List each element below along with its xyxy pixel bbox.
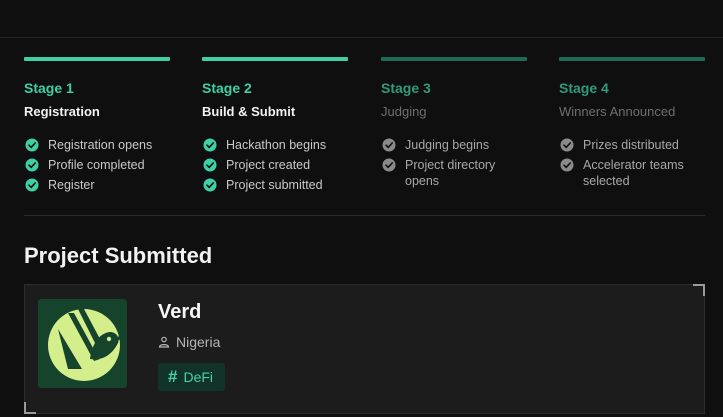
check-circle-icon <box>25 158 39 172</box>
user-icon <box>158 336 170 348</box>
stage-2: Stage 2 Build & Submit Hackathon begins Pro… <box>202 57 348 197</box>
checklist-item-label: Judging begins <box>405 138 490 152</box>
corner-bracket-bottom-left <box>24 402 36 414</box>
check-circle-icon <box>203 158 217 172</box>
stage-4: Stage 4 Winners Announced Prizes distribut… <box>559 57 705 193</box>
stage-name: Judging <box>381 104 427 119</box>
checklist-item-label: Profile completed <box>48 158 145 172</box>
stage-progress-bar <box>559 57 705 61</box>
stage-number: Stage 2 <box>202 80 252 96</box>
stage-progress-bar <box>24 57 170 61</box>
project-location: Nigeria <box>158 334 220 350</box>
checklist-item-label: Hackathon begins <box>226 138 327 152</box>
top-bar <box>0 0 723 38</box>
checklist-item-label: Accelerator teams selected <box>583 158 684 188</box>
checklist-item: Accelerator teams selected <box>559 157 705 189</box>
checklist-item: Project submitted <box>202 177 348 193</box>
checklist-item: Project created <box>202 157 348 173</box>
checklist-item: Registration opens <box>24 137 170 153</box>
checklist-item: Hackathon begins <box>202 137 348 153</box>
stage-name: Winners Announced <box>559 104 676 119</box>
tag-label: DeFi <box>183 369 214 385</box>
check-circle-icon <box>25 138 39 152</box>
category-tag[interactable]: # DeFi <box>158 363 226 391</box>
stage-1: Stage 1 Registration Registration opens Pro… <box>24 57 170 197</box>
stage-checklist: Hackathon begins Project created Project s… <box>202 137 348 193</box>
stage-progress-bar <box>381 57 527 61</box>
stage-checklist: Prizes distributed Accelerator teams sele… <box>559 137 705 189</box>
check-circle-icon <box>203 178 217 192</box>
check-circle-icon <box>560 158 574 172</box>
checklist-item-label: Project directory opens <box>405 158 496 188</box>
location-label: Nigeria <box>176 334 221 350</box>
section-title: Project Submitted <box>24 243 213 268</box>
stage-number: Stage 1 <box>24 80 74 96</box>
project-logo <box>38 299 127 388</box>
check-circle-icon <box>382 138 396 152</box>
project-name[interactable]: Verd <box>158 301 201 324</box>
stages-timeline: Stage 1 Registration Registration opens Pro… <box>24 57 705 207</box>
check-circle-icon <box>560 138 574 152</box>
checklist-item-label: Prizes distributed <box>583 138 679 152</box>
check-circle-icon <box>203 138 217 152</box>
stage-progress-bar <box>202 57 348 61</box>
project-card[interactable]: Verd Nigeria # DeFi <box>24 284 705 414</box>
stage-number: Stage 3 <box>381 80 431 96</box>
stage-name: Build & Submit <box>202 104 296 119</box>
stage-3: Stage 3 Judging Judging begins Project dire… <box>381 57 527 193</box>
checklist-item-label: Register <box>48 178 95 192</box>
checklist-item-label: Project submitted <box>226 178 323 192</box>
divider <box>24 215 705 216</box>
hash-icon: # <box>168 367 178 386</box>
checklist-item: Judging begins <box>381 137 527 153</box>
bird-logo-icon <box>48 309 124 381</box>
check-circle-icon <box>25 178 39 192</box>
stage-checklist: Judging begins Project directory opens <box>381 137 527 189</box>
checklist-item: Project directory opens <box>381 157 527 189</box>
checklist-item: Profile completed <box>24 157 170 173</box>
stage-checklist: Registration opens Profile completed Regis… <box>24 137 170 193</box>
corner-bracket-top-right <box>693 284 705 296</box>
stage-number: Stage 4 <box>559 80 609 96</box>
stage-name: Registration <box>24 104 100 119</box>
checklist-item: Prizes distributed <box>559 137 705 153</box>
check-circle-icon <box>382 158 396 172</box>
checklist-item-label: Project created <box>226 158 311 172</box>
checklist-item: Register <box>24 177 170 193</box>
checklist-item-label: Registration opens <box>48 138 153 152</box>
